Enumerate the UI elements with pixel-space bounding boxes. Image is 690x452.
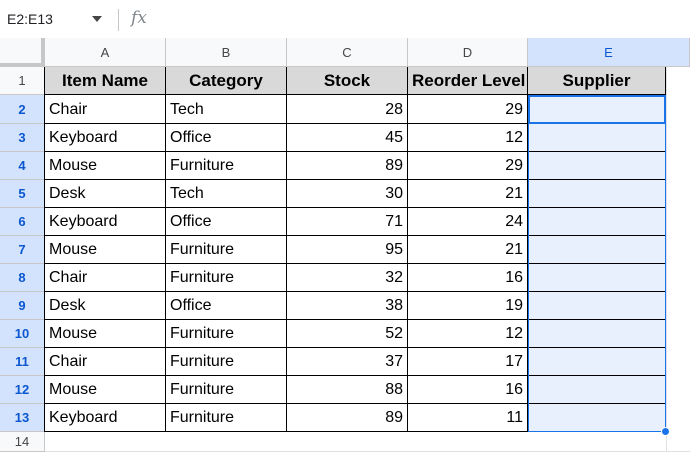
cell-b9[interactable]: Office bbox=[166, 292, 287, 320]
cell-a7[interactable]: Mouse bbox=[45, 236, 166, 264]
cell-e10[interactable] bbox=[528, 320, 666, 348]
cell-b12[interactable]: Furniture bbox=[166, 376, 287, 404]
row-header-4[interactable]: 4 bbox=[0, 152, 45, 180]
cell-e7[interactable] bbox=[528, 236, 666, 264]
cell-a3[interactable]: Keyboard bbox=[45, 124, 166, 152]
cell-a12[interactable]: Mouse bbox=[45, 376, 166, 404]
cell-d2[interactable]: 29 bbox=[408, 95, 528, 124]
chevron-down-icon[interactable] bbox=[92, 16, 102, 22]
cell-e9[interactable] bbox=[528, 292, 666, 320]
cell-e6[interactable] bbox=[528, 208, 666, 236]
row-header-3[interactable]: 3 bbox=[0, 124, 45, 152]
cell-e5[interactable] bbox=[528, 180, 666, 208]
cell-a5[interactable]: Desk bbox=[45, 180, 166, 208]
cell-c9[interactable]: 38 bbox=[287, 292, 408, 320]
cell-d13[interactable]: 11 bbox=[408, 404, 528, 432]
row-header-13[interactable]: 13 bbox=[0, 404, 45, 432]
cell-d4[interactable]: 29 bbox=[408, 152, 528, 180]
cell-d8[interactable]: 16 bbox=[408, 264, 528, 292]
cell-d6[interactable]: 24 bbox=[408, 208, 528, 236]
cell-c7[interactable]: 95 bbox=[287, 236, 408, 264]
cell-c13[interactable]: 89 bbox=[287, 404, 408, 432]
row-header-9[interactable]: 9 bbox=[0, 292, 45, 320]
cell-c8[interactable]: 32 bbox=[287, 264, 408, 292]
cell-b2[interactable]: Tech bbox=[166, 95, 287, 124]
cell-b7[interactable]: Furniture bbox=[166, 236, 287, 264]
column-header-e[interactable]: E bbox=[528, 38, 690, 67]
formula-bar-divider bbox=[118, 9, 119, 31]
cell-a11[interactable]: Chair bbox=[45, 348, 166, 376]
cell-a10[interactable]: Mouse bbox=[45, 320, 166, 348]
cell-b13[interactable]: Furniture bbox=[166, 404, 287, 432]
cell-c6[interactable]: 71 bbox=[287, 208, 408, 236]
cell-e13[interactable] bbox=[528, 404, 666, 432]
row-header-7[interactable]: 7 bbox=[0, 236, 45, 264]
cell-c10[interactable]: 52 bbox=[287, 320, 408, 348]
row-header-2[interactable]: 2 bbox=[0, 95, 45, 124]
formula-bar: E2:E13 fx bbox=[0, 0, 690, 38]
header-cell-e1[interactable]: Supplier bbox=[528, 67, 666, 95]
cell-b10[interactable]: Furniture bbox=[166, 320, 287, 348]
cell-e2[interactable] bbox=[528, 95, 666, 124]
row-header-11[interactable]: 11 bbox=[0, 348, 45, 376]
cell-a8[interactable]: Chair bbox=[45, 264, 166, 292]
cell-e12[interactable] bbox=[528, 376, 666, 404]
table-left-border bbox=[44, 67, 45, 432]
cell-d12[interactable]: 16 bbox=[408, 376, 528, 404]
row-header-10[interactable]: 10 bbox=[0, 320, 45, 348]
cell-b4[interactable]: Furniture bbox=[166, 152, 287, 180]
cell-e11[interactable] bbox=[528, 348, 666, 376]
row-header-6[interactable]: 6 bbox=[0, 208, 45, 236]
cell-a13[interactable]: Keyboard bbox=[45, 404, 166, 432]
cell-e4[interactable] bbox=[528, 152, 666, 180]
column-header-a[interactable]: A bbox=[45, 38, 166, 67]
cell-c12[interactable]: 88 bbox=[287, 376, 408, 404]
header-cell-c1[interactable]: Stock bbox=[287, 67, 408, 95]
row-header-12[interactable]: 12 bbox=[0, 376, 45, 404]
cell-d11[interactable]: 17 bbox=[408, 348, 528, 376]
cell-c5[interactable]: 30 bbox=[287, 180, 408, 208]
cell-b6[interactable]: Office bbox=[166, 208, 287, 236]
column-header-d[interactable]: D bbox=[408, 38, 528, 67]
cell-d7[interactable]: 21 bbox=[408, 236, 528, 264]
cell-c11[interactable]: 37 bbox=[287, 348, 408, 376]
cell-e8[interactable] bbox=[528, 264, 666, 292]
gridline bbox=[666, 67, 667, 452]
header-cell-a1[interactable]: Item Name bbox=[45, 67, 166, 95]
fx-icon: fx bbox=[131, 8, 147, 28]
cell-b5[interactable]: Tech bbox=[166, 180, 287, 208]
cell-a6[interactable]: Keyboard bbox=[45, 208, 166, 236]
row-header-1[interactable]: 1 bbox=[0, 67, 45, 95]
cell-a2[interactable]: Chair bbox=[45, 95, 166, 124]
header-cell-b1[interactable]: Category bbox=[166, 67, 287, 95]
cell-d3[interactable]: 12 bbox=[408, 124, 528, 152]
cell-b3[interactable]: Office bbox=[166, 124, 287, 152]
header-cell-d1[interactable]: Reorder Level bbox=[408, 67, 528, 95]
cell-a9[interactable]: Desk bbox=[45, 292, 166, 320]
cell-d9[interactable]: 19 bbox=[408, 292, 528, 320]
cell-b11[interactable]: Furniture bbox=[166, 348, 287, 376]
row-header-8[interactable]: 8 bbox=[0, 264, 45, 292]
row-header-5[interactable]: 5 bbox=[0, 180, 45, 208]
name-box[interactable]: E2:E13 bbox=[0, 6, 110, 32]
name-box-value: E2:E13 bbox=[7, 11, 53, 27]
cell-e3[interactable] bbox=[528, 124, 666, 152]
select-all-corner[interactable] bbox=[0, 38, 45, 67]
column-header-b[interactable]: B bbox=[166, 38, 287, 67]
cell-d5[interactable]: 21 bbox=[408, 180, 528, 208]
fill-handle[interactable] bbox=[661, 427, 670, 436]
cell-b8[interactable]: Furniture bbox=[166, 264, 287, 292]
cell-c3[interactable]: 45 bbox=[287, 124, 408, 152]
cell-c2[interactable]: 28 bbox=[287, 95, 408, 124]
cell-a4[interactable]: Mouse bbox=[45, 152, 166, 180]
cell-c4[interactable]: 89 bbox=[287, 152, 408, 180]
row-header-14[interactable]: 14 bbox=[0, 432, 45, 452]
cell-d10[interactable]: 12 bbox=[408, 320, 528, 348]
column-header-c[interactable]: C bbox=[287, 38, 408, 67]
